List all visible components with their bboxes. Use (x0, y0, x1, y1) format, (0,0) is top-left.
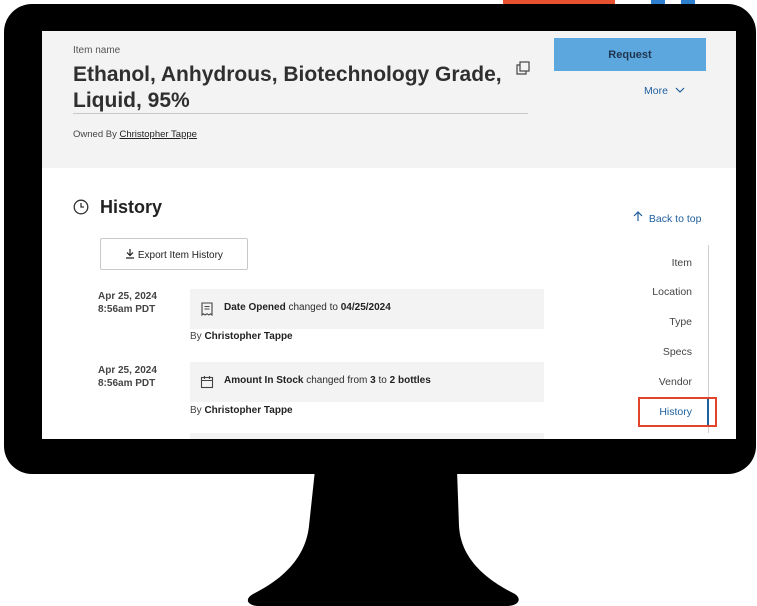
request-button[interactable]: Request (554, 38, 706, 71)
owner-link[interactable]: Christopher Tappe (119, 129, 196, 140)
export-history-button[interactable]: Export Item History (100, 238, 248, 270)
copy-icon[interactable] (516, 61, 530, 75)
nav-active-indicator (707, 399, 709, 425)
event-new-value: 2 bottles (389, 375, 431, 386)
event-text: Date Opened changed to 04/25/2024 (224, 302, 391, 313)
event-new-value: 04/25/2024 (340, 302, 391, 313)
nav-highlight-box (638, 397, 717, 427)
event-author: By Christopher Tappe (190, 405, 293, 416)
back-to-top-link[interactable]: Back to top (633, 211, 701, 225)
event-text: Amount In Stock changed from 3 to 2 bott… (224, 375, 431, 386)
chevron-down-icon (675, 87, 685, 93)
event-changed-from: changed from (306, 375, 368, 386)
event-changed-to: changed to (288, 302, 338, 313)
event-old-value: 3 (370, 375, 376, 386)
event-card: Amount In Stock changed from 3 to 2 bott… (190, 362, 544, 402)
event-date: Apr 25, 2024 8:56am PDT (98, 290, 157, 316)
clock-icon (73, 199, 89, 215)
event-to: to (378, 375, 387, 386)
by-prefix: By (190, 331, 202, 342)
event-date: Apr 25, 2024 8:56am PDT (98, 364, 157, 390)
event-author-name: Christopher Tappe (204, 331, 293, 342)
event-author: By Christopher Tappe (190, 331, 293, 342)
arrow-up-icon (633, 211, 643, 221)
monitor-screen: Item name Ethanol, Anhydrous, Biotechnol… (42, 31, 736, 439)
nav-item-item[interactable]: Item (672, 257, 692, 269)
nav-item-location[interactable]: Location (652, 286, 692, 298)
item-title: Ethanol, Anhydrous, Biotechnology Grade,… (73, 63, 502, 112)
event-field: Amount In Stock (224, 375, 304, 386)
event-date-time: 8:56am PDT (98, 378, 156, 389)
event-date-day: Apr 25, 2024 (98, 365, 157, 376)
nav-item-vendor[interactable]: Vendor (659, 376, 692, 388)
monitor-stand (247, 470, 519, 606)
monitor-bezel: Item name Ethanol, Anhydrous, Biotechnol… (4, 4, 756, 474)
more-label: More (644, 85, 668, 97)
by-prefix: By (190, 405, 202, 416)
event-card: Date Opened changed to 04/25/2024 (190, 289, 544, 329)
event-author-name: Christopher Tappe (204, 405, 293, 416)
item-name-label: Item name (73, 45, 121, 56)
item-header: Item name Ethanol, Anhydrous, Biotechnol… (42, 31, 736, 168)
event-date-time: 8:56am PDT (98, 304, 156, 315)
event-field: Date Opened (224, 302, 286, 313)
back-to-top-label: Back to top (648, 213, 702, 225)
event-card-partial (190, 433, 544, 439)
receipt-icon (201, 302, 213, 316)
more-button[interactable]: More (644, 85, 685, 97)
nav-item-type[interactable]: Type (669, 316, 692, 328)
owned-by-prefix: Owned By (73, 129, 117, 140)
nav-item-specs[interactable]: Specs (663, 346, 692, 358)
title-divider (73, 113, 528, 114)
download-icon (126, 248, 135, 259)
calendar-icon (200, 376, 214, 389)
history-title: History (100, 197, 163, 217)
event-date-day: Apr 25, 2024 (98, 291, 157, 302)
export-label: Export Item History (137, 249, 223, 261)
owned-by: Owned By Christopher Tappe (73, 129, 197, 140)
